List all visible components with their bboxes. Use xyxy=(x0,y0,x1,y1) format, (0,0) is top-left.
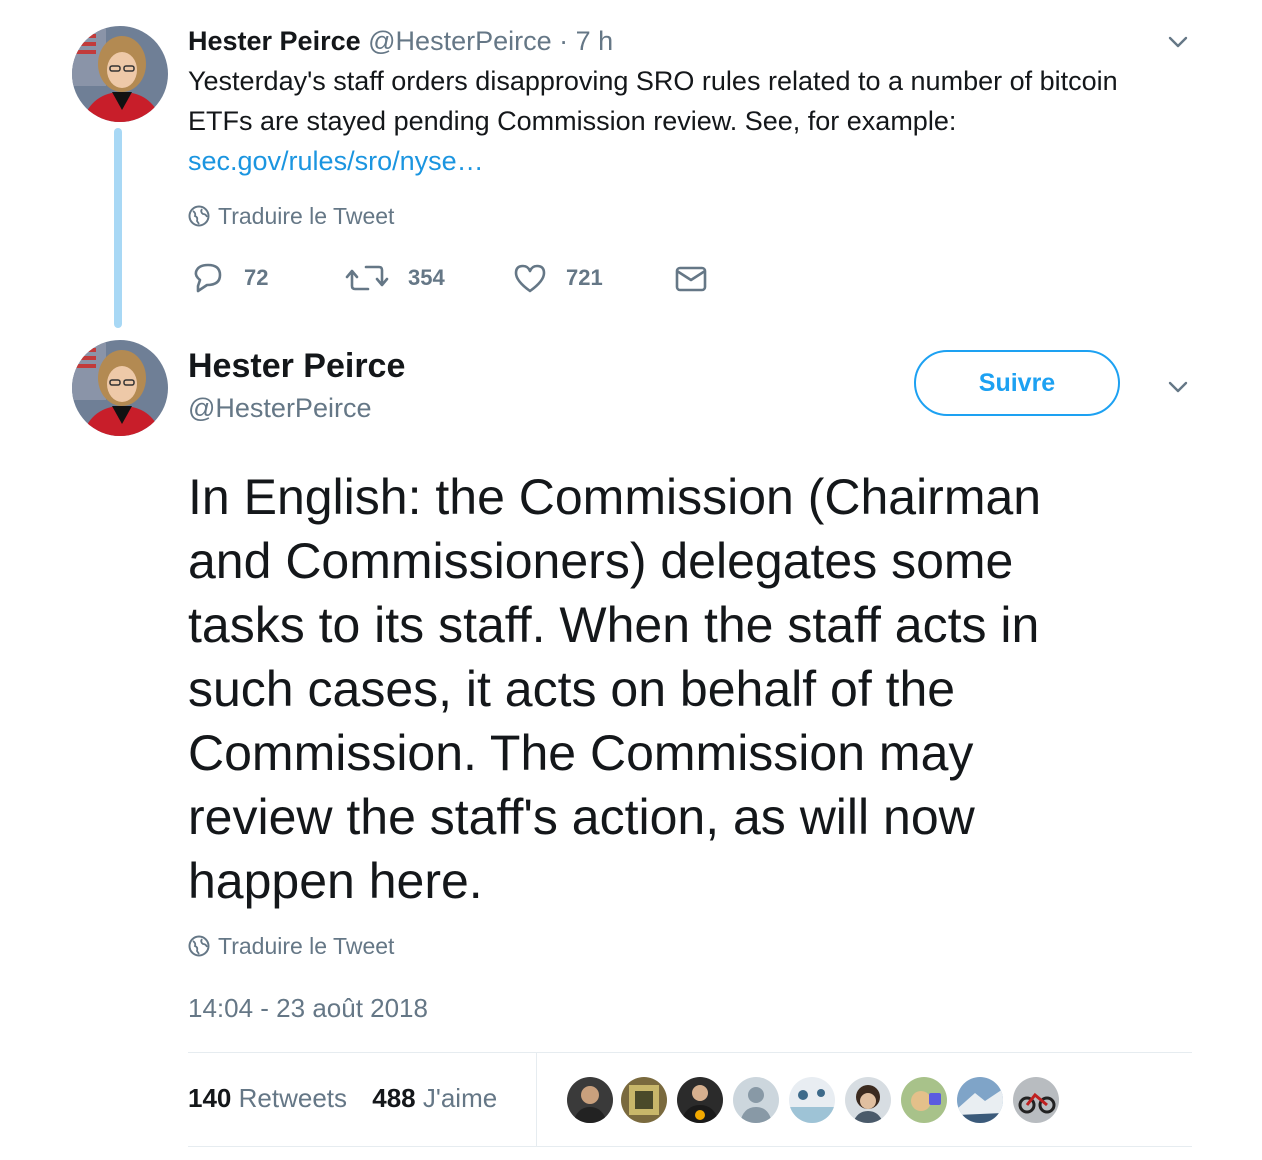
tweet-text: In English: the Commission (Chairman and… xyxy=(188,465,1218,913)
liker-avatar[interactable] xyxy=(1012,1076,1060,1124)
like-count: 721 xyxy=(566,265,603,290)
tweet-header: Hester Peirce @HesterPeirce · 7 h xyxy=(188,25,613,57)
retweet-count: 354 xyxy=(408,265,445,290)
translate-label: Traduire le Tweet xyxy=(218,203,395,229)
author-name[interactable]: Hester Peirce xyxy=(188,26,361,56)
direct-message-button[interactable] xyxy=(674,258,726,298)
tweet-time[interactable]: 7 h xyxy=(576,26,614,56)
avatar[interactable] xyxy=(72,26,168,122)
tweet-link[interactable]: sec.gov/rules/sro/nyse… xyxy=(188,141,1188,181)
like-button[interactable]: 721 xyxy=(512,258,603,298)
translate-tweet-link[interactable]: Traduire le Tweet xyxy=(188,201,394,231)
retweets-label: Retweets xyxy=(238,1083,348,1113)
tweet-text-line: such cases, it acts on behalf of the xyxy=(188,661,956,717)
author-name[interactable]: Hester Peirce xyxy=(188,346,405,386)
liker-avatar[interactable] xyxy=(732,1076,780,1124)
tweet-text-line: and Commissioners) delegates some xyxy=(188,533,1014,589)
reply-button[interactable]: 72 xyxy=(190,258,268,298)
liker-avatar[interactable] xyxy=(620,1076,668,1124)
avatar[interactable] xyxy=(72,340,168,436)
liker-avatar[interactable] xyxy=(844,1076,892,1124)
likes-label: J'aime xyxy=(422,1083,498,1113)
tweet-text-line: happen here. xyxy=(188,853,483,909)
author-handle[interactable]: @HesterPeirce xyxy=(188,392,371,424)
tweet-text-line: Commission. The Commission may xyxy=(188,725,974,781)
divider xyxy=(188,1052,1192,1053)
author-handle[interactable]: @HesterPeirce xyxy=(368,26,551,56)
thread-connector xyxy=(114,128,122,328)
liker-avatar[interactable] xyxy=(566,1076,614,1124)
globe-icon xyxy=(188,205,210,227)
follow-button[interactable]: Suivre xyxy=(914,350,1120,416)
chevron-down-icon[interactable] xyxy=(1164,373,1192,401)
liker-avatar[interactable] xyxy=(676,1076,724,1124)
tweet-text: Yesterday's staff orders disapproving SR… xyxy=(188,61,1188,181)
tweet-text-line: In English: the Commission (Chairman xyxy=(188,469,1042,525)
likes-stat[interactable]: 488 J'aime xyxy=(372,1082,497,1114)
message-icon xyxy=(675,266,707,292)
translate-label: Traduire le Tweet xyxy=(218,933,395,959)
retweets-count: 140 xyxy=(188,1083,232,1113)
divider xyxy=(188,1146,1192,1147)
translate-tweet-link[interactable]: Traduire le Tweet xyxy=(188,931,394,961)
tweet-timestamp[interactable]: 14:04 - 23 août 2018 xyxy=(188,992,428,1024)
tweet-stats: 140 Retweets 488 J'aime xyxy=(188,1082,497,1114)
retweet-icon xyxy=(345,265,389,291)
reply-count: 72 xyxy=(244,265,269,290)
tweet-text-line: ETFs are stayed pending Commission revie… xyxy=(188,106,957,136)
liker-avatar[interactable] xyxy=(900,1076,948,1124)
tweet-text-line: review the staff's action, as will now xyxy=(188,789,975,845)
separator: · xyxy=(559,26,569,56)
globe-icon xyxy=(188,935,210,957)
divider xyxy=(536,1053,537,1147)
likes-count: 488 xyxy=(372,1083,416,1113)
tweet-text-line: tasks to its staff. When the staff acts … xyxy=(188,597,1040,653)
retweets-stat[interactable]: 140 Retweets xyxy=(188,1082,347,1114)
liker-avatar[interactable] xyxy=(956,1076,1004,1124)
heart-icon xyxy=(514,264,546,293)
chevron-down-icon[interactable] xyxy=(1164,28,1192,56)
tweet-text-line: Yesterday's staff orders disapproving SR… xyxy=(188,66,1118,96)
reply-icon xyxy=(194,263,222,293)
retweet-button[interactable]: 354 xyxy=(344,258,445,298)
liker-avatar[interactable] xyxy=(788,1076,836,1124)
